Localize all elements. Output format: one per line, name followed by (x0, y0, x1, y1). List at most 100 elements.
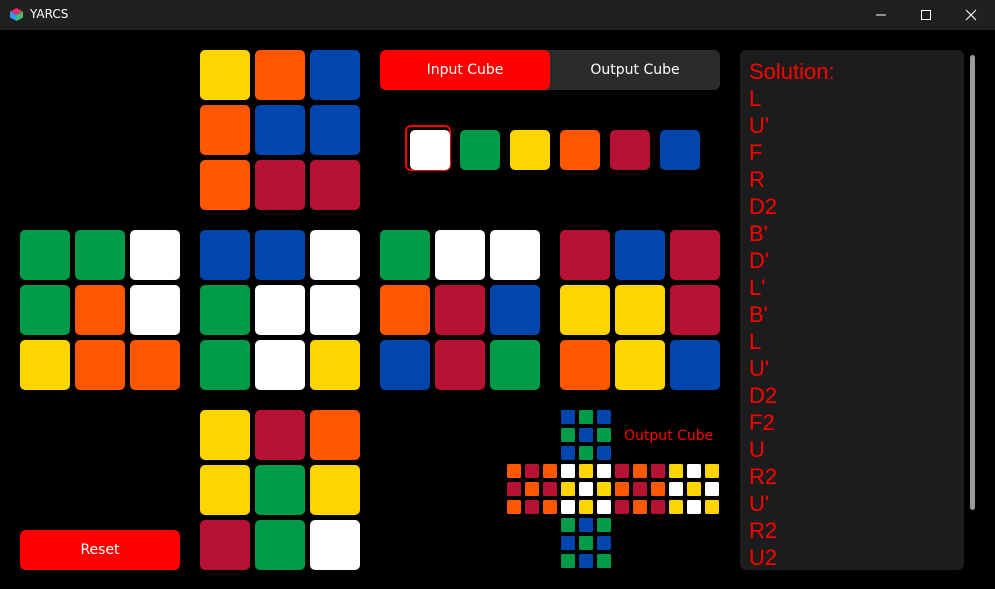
output-b-sticker-5 (687, 482, 701, 496)
input-l-sticker-3[interactable] (130, 230, 180, 280)
input-r-sticker-7[interactable] (380, 340, 430, 390)
close-icon (965, 9, 977, 21)
solution-move: F2 (749, 410, 775, 435)
input-d-sticker-6[interactable] (310, 465, 360, 515)
input-r-sticker-6[interactable] (490, 285, 540, 335)
output-r-sticker-2 (633, 464, 647, 478)
input-d-sticker-8[interactable] (255, 520, 305, 570)
output-cube-label: Output Cube (624, 428, 714, 444)
input-d-sticker-3[interactable] (310, 410, 360, 460)
solution-move: R2 (749, 464, 778, 489)
input-b-sticker-6[interactable] (670, 285, 720, 335)
output-l-sticker-8 (525, 500, 539, 514)
solution-move: L' (749, 275, 766, 300)
input-l-sticker-8[interactable] (75, 340, 125, 390)
minimize-button[interactable] (858, 0, 904, 30)
input-b-sticker-7[interactable] (560, 340, 610, 390)
output-u-sticker-5 (579, 428, 593, 442)
output-f-sticker-9 (597, 500, 611, 514)
input-r-sticker-2[interactable] (435, 230, 485, 280)
input-r-sticker-5[interactable] (435, 285, 485, 335)
input-f-sticker-7[interactable] (200, 340, 250, 390)
output-r-sticker-9 (651, 500, 665, 514)
output-u-sticker-2 (579, 410, 593, 424)
input-u-sticker-8[interactable] (255, 160, 305, 210)
input-r-sticker-8[interactable] (435, 340, 485, 390)
palette-swatch-2[interactable] (460, 130, 500, 170)
solution-move: F (749, 140, 763, 165)
maximize-button[interactable] (903, 0, 949, 30)
input-f-sticker-1[interactable] (200, 230, 250, 280)
input-r-sticker-9[interactable] (490, 340, 540, 390)
close-button[interactable] (948, 0, 994, 30)
output-r-sticker-6 (651, 482, 665, 496)
output-l-sticker-2 (525, 464, 539, 478)
input-u-sticker-1[interactable] (200, 50, 250, 100)
tab-output-cube[interactable]: Output Cube (550, 50, 720, 90)
input-d-sticker-9[interactable] (310, 520, 360, 570)
input-l-sticker-1[interactable] (20, 230, 70, 280)
solution-move: R (749, 167, 765, 192)
solution-move: U2 (749, 545, 778, 570)
input-r-sticker-3[interactable] (490, 230, 540, 280)
input-l-sticker-5[interactable] (75, 285, 125, 335)
palette-swatch-3[interactable] (510, 130, 550, 170)
input-b-sticker-3[interactable] (670, 230, 720, 280)
input-b-sticker-5[interactable] (615, 285, 665, 335)
palette-swatch-1[interactable] (410, 130, 450, 170)
input-l-sticker-9[interactable] (130, 340, 180, 390)
input-r-sticker-4[interactable] (380, 285, 430, 335)
solution-move: U' (749, 113, 770, 138)
input-f-sticker-5[interactable] (255, 285, 305, 335)
solution-scrollbar[interactable] (970, 55, 975, 510)
output-u-sticker-7 (561, 446, 575, 460)
input-d-sticker-1[interactable] (200, 410, 250, 460)
output-d-sticker-6 (597, 536, 611, 550)
title-bar: YARCS (0, 0, 995, 30)
output-u-sticker-1 (561, 410, 575, 424)
input-b-sticker-2[interactable] (615, 230, 665, 280)
output-d-sticker-2 (579, 518, 593, 532)
input-d-sticker-5[interactable] (255, 465, 305, 515)
input-b-sticker-8[interactable] (615, 340, 665, 390)
input-d-sticker-7[interactable] (200, 520, 250, 570)
input-u-sticker-7[interactable] (200, 160, 250, 210)
output-u-sticker-9 (597, 446, 611, 460)
palette-swatch-6[interactable] (660, 130, 700, 170)
output-b-sticker-1 (669, 464, 683, 478)
input-f-sticker-9[interactable] (310, 340, 360, 390)
input-u-sticker-3[interactable] (310, 50, 360, 100)
palette-swatch-5[interactable] (610, 130, 650, 170)
input-u-sticker-6[interactable] (310, 105, 360, 155)
input-u-sticker-4[interactable] (200, 105, 250, 155)
input-f-sticker-4[interactable] (200, 285, 250, 335)
solution-heading: Solution: (749, 59, 835, 84)
input-f-sticker-2[interactable] (255, 230, 305, 280)
input-d-sticker-4[interactable] (200, 465, 250, 515)
input-l-sticker-2[interactable] (75, 230, 125, 280)
input-f-sticker-3[interactable] (310, 230, 360, 280)
input-u-sticker-9[interactable] (310, 160, 360, 210)
output-d-sticker-1 (561, 518, 575, 532)
input-u-sticker-5[interactable] (255, 105, 305, 155)
input-b-sticker-1[interactable] (560, 230, 610, 280)
input-f-sticker-6[interactable] (310, 285, 360, 335)
output-d-sticker-7 (561, 554, 575, 568)
palette-swatch-4[interactable] (560, 130, 600, 170)
input-r-sticker-1[interactable] (380, 230, 430, 280)
input-l-sticker-7[interactable] (20, 340, 70, 390)
input-b-sticker-9[interactable] (670, 340, 720, 390)
input-u-sticker-2[interactable] (255, 50, 305, 100)
output-d-sticker-5 (579, 536, 593, 550)
input-l-sticker-6[interactable] (130, 285, 180, 335)
output-l-sticker-9 (543, 500, 557, 514)
input-b-sticker-4[interactable] (560, 285, 610, 335)
reset-button[interactable]: Reset (20, 530, 180, 570)
tab-input-cube[interactable]: Input Cube (380, 50, 550, 90)
output-d-sticker-4 (561, 536, 575, 550)
input-l-sticker-4[interactable] (20, 285, 70, 335)
input-d-sticker-2[interactable] (255, 410, 305, 460)
input-f-sticker-8[interactable] (255, 340, 305, 390)
solution-move: R2 (749, 518, 778, 543)
output-u-sticker-8 (579, 446, 593, 460)
